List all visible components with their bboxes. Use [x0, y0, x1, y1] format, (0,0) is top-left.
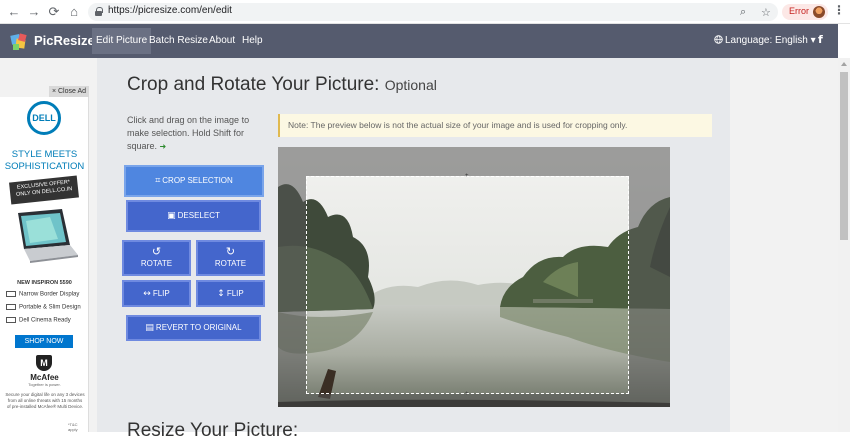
revert-icon: ▤ — [145, 323, 154, 333]
ad-feature-label: Dell Cinema Ready — [19, 317, 71, 324]
language-dropdown[interactable]: Language: English ▾ — [714, 35, 816, 46]
close-ad-button[interactable]: × Close Ad — [49, 86, 89, 97]
globe-icon — [714, 35, 723, 44]
preview-note: Note: The preview below is not the actua… — [278, 114, 712, 137]
crop-handle-top[interactable]: + — [465, 173, 470, 179]
flip-vertical-button[interactable]: ↕ FLIP — [196, 280, 265, 307]
deselect-label: DESELECT — [177, 211, 220, 220]
shop-now-button[interactable]: SHOP NOW — [15, 335, 73, 348]
flip-vertical-label: FLIP — [226, 289, 244, 298]
error-label: Error — [789, 6, 809, 16]
url-text: https://picresize.com/en/edit — [108, 5, 232, 16]
reload-icon[interactable]: ⟳ — [46, 4, 62, 20]
flip-horizontal-icon: ↔ — [143, 289, 151, 299]
deselect-button[interactable]: ▣ DESELECT — [126, 200, 261, 232]
rotate-left-label: ROTATE — [140, 259, 173, 268]
ad-headline: STYLE MEETS SOPHISTICATION — [0, 149, 88, 173]
avatar — [813, 6, 825, 18]
page-title: Crop and Rotate Your Picture: Optional — [127, 74, 437, 96]
address-bar[interactable]: https://picresize.com/en/edit ⌕ ☆ — [88, 3, 778, 21]
star-icon[interactable]: ☆ — [761, 6, 771, 19]
laptop-image — [10, 209, 80, 263]
home-icon[interactable]: ⌂ — [66, 4, 82, 20]
rotate-right-button[interactable]: ↻ ROTATE — [196, 240, 265, 276]
crop-instructions: Click and drag on the image to make sele… — [127, 114, 262, 153]
mcafee-shield-icon: M — [36, 355, 52, 371]
browser-menu-icon[interactable]: ⋮ — [833, 3, 845, 17]
rotate-right-icon: ↻ — [225, 245, 236, 258]
scroll-thumb[interactable] — [840, 72, 848, 240]
deselect-icon: ▣ — [167, 211, 176, 221]
facebook-icon[interactable]: f — [818, 33, 823, 46]
ad-headline-line-1: STYLE MEETS — [11, 149, 78, 160]
back-icon[interactable]: ← — [6, 4, 22, 20]
page-scrollbar[interactable] — [838, 58, 850, 432]
ad-headline-line-2: SOPHISTICATION — [4, 161, 85, 172]
nav-help[interactable]: Help — [238, 28, 267, 54]
ad-model: NEW INSPIRON 5590 — [17, 280, 72, 286]
scroll-up-icon[interactable] — [841, 62, 847, 66]
crop-label: CROP SELECTION — [162, 176, 233, 185]
ad-feature-label: Narrow Border Display — [19, 291, 80, 298]
brand-name[interactable]: PicResize — [34, 33, 95, 48]
ad-feature: Portable & Slim Design — [6, 304, 81, 311]
optional-label: Optional — [384, 77, 437, 93]
cinema-icon — [6, 317, 16, 323]
crop-handle-bottom[interactable]: + — [465, 391, 470, 397]
resize-section-title: Resize Your Picture: — [127, 420, 299, 441]
profile-error-button[interactable]: Error — [782, 4, 828, 20]
crop-canvas[interactable]: + + — [278, 147, 670, 407]
language-label: Language: English ▾ — [725, 35, 816, 46]
flip-vertical-icon: ↕ — [217, 289, 225, 299]
picresize-logo-icon[interactable] — [10, 32, 30, 52]
ad-feature: Narrow Border Display — [6, 291, 79, 298]
page-title-text: Crop and Rotate Your Picture: — [127, 74, 380, 95]
ad-fine-line: of pre-installed McAfee® Multi Device. — [6, 404, 84, 409]
crop-selection-box[interactable]: + + — [306, 173, 629, 397]
ad-offer-badge: EXCLUSIVE OFFER* ONLY ON DELL.CO.IN — [9, 175, 79, 205]
arrow-icon: ➜ — [159, 142, 167, 151]
forward-icon[interactable]: → — [26, 4, 42, 20]
rotate-left-icon: ↺ — [151, 245, 162, 258]
dell-logo: DELL — [27, 101, 61, 135]
lock-icon — [95, 7, 103, 16]
ad-terms: *T&C apply — [68, 422, 78, 432]
search-icon[interactable]: ⌕ — [740, 6, 746, 19]
revert-to-original-button[interactable]: ▤ REVERT TO ORIGINAL — [126, 315, 261, 341]
revert-label: REVERT TO ORIGINAL — [155, 323, 242, 332]
rotate-left-button[interactable]: ↺ ROTATE — [122, 240, 191, 276]
browser-toolbar: ← → ⟳ ⌂ https://picresize.com/en/edit ⌕ … — [0, 0, 850, 24]
rotate-right-label: ROTATE — [214, 259, 247, 268]
nav-batch-resize[interactable]: Batch Resize — [145, 28, 212, 54]
laptop-icon — [6, 304, 16, 310]
crop-icon: ⌗ — [155, 176, 161, 186]
site-navbar: PicResize Edit Picture Batch Resize Abou… — [0, 24, 838, 58]
flip-horizontal-button[interactable]: ↔ FLIP — [122, 280, 191, 307]
ad-fine-print: Secure your digital life on any 3 device… — [4, 392, 86, 410]
crop-selection-button[interactable]: ⌗ CROP SELECTION — [124, 165, 264, 197]
flip-horizontal-label: FLIP — [152, 289, 170, 298]
instructions-text: Click and drag on the image to make sele… — [127, 115, 250, 151]
ad-feature-label: Portable & Slim Design — [19, 304, 81, 311]
nav-about[interactable]: About — [205, 28, 239, 54]
nav-edit-picture[interactable]: Edit Picture — [92, 28, 152, 54]
display-icon — [6, 291, 16, 297]
ad-feature: Dell Cinema Ready — [6, 317, 71, 324]
mcafee-tagline: Together is power. — [28, 382, 61, 387]
mcafee-logo: McAfee — [30, 373, 59, 382]
sidebar-ad[interactable]: DELL STYLE MEETS SOPHISTICATION EXCLUSIV… — [0, 97, 89, 432]
